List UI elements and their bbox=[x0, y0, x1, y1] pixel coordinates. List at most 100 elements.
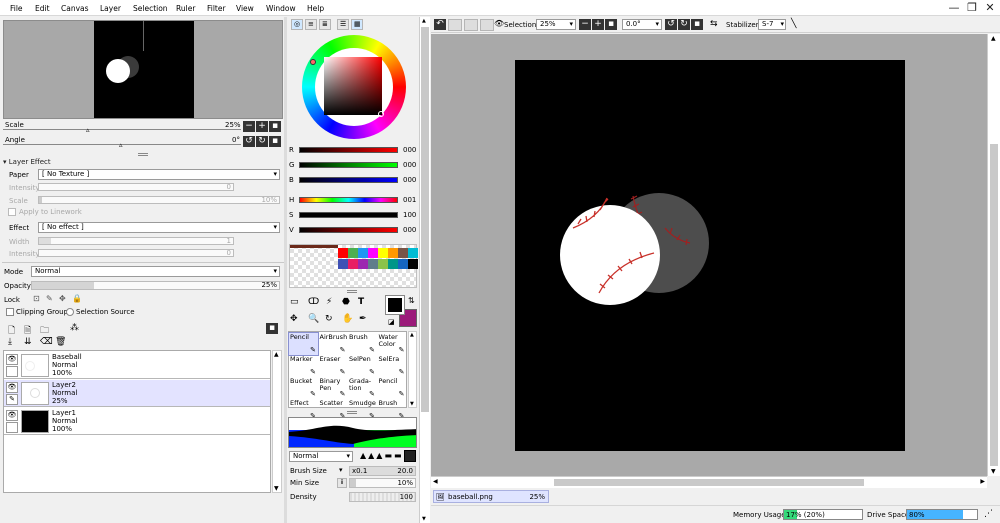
zoom-reset-button[interactable]: ▪ bbox=[269, 121, 281, 132]
layer-panel-menu-button[interactable]: ▪ bbox=[266, 323, 278, 334]
layer-effect-header[interactable]: ▾ Layer Effect bbox=[3, 158, 51, 166]
line-tool-icon[interactable]: ╲ bbox=[791, 19, 796, 29]
brush-size-dropdown-icon[interactable]: ▾ bbox=[339, 466, 343, 474]
color-swatch[interactable] bbox=[348, 248, 358, 258]
blend-mode-select[interactable]: Normal ▾ bbox=[31, 266, 280, 277]
r-slider[interactable] bbox=[299, 147, 398, 153]
density-slider[interactable]: 100 bbox=[349, 492, 416, 502]
zoom-in-button[interactable]: + bbox=[592, 19, 604, 30]
hue-marker[interactable] bbox=[310, 59, 316, 65]
menu-filter[interactable]: Filter bbox=[207, 4, 226, 13]
swap-colors-icon[interactable]: ⇅ bbox=[408, 296, 415, 305]
menu-layer[interactable]: Layer bbox=[100, 4, 121, 13]
tool-selpen[interactable]: SelPen ✎ bbox=[348, 355, 377, 377]
v-value[interactable]: 000 bbox=[403, 226, 416, 234]
tool-selera[interactable]: SelEra ✎ bbox=[378, 355, 407, 377]
color-swatch[interactable] bbox=[338, 248, 348, 258]
brush-mode-select[interactable]: Normal ▾ bbox=[289, 451, 353, 462]
close-button[interactable]: ✕ bbox=[983, 1, 997, 14]
color-swatch[interactable] bbox=[398, 259, 408, 269]
user-palette-tab[interactable]: ☰ bbox=[337, 19, 349, 30]
menu-edit[interactable]: Edit bbox=[35, 4, 50, 13]
panel-splitter[interactable] bbox=[138, 153, 148, 156]
tool-grid-scrollbar[interactable]: ▲ ▼ bbox=[408, 331, 417, 408]
v-slider[interactable] bbox=[299, 227, 398, 233]
angle-select[interactable]: 0.0° ▾ bbox=[622, 19, 662, 30]
tool-brush[interactable]: Brush ✎ bbox=[348, 333, 377, 355]
paper-select[interactable]: [ No Texture ] ▾ bbox=[38, 169, 280, 180]
color-swatch[interactable] bbox=[408, 259, 418, 269]
lock-move-icon[interactable]: ✥ bbox=[59, 294, 66, 303]
tool-eraser[interactable]: Eraser ✎ bbox=[319, 355, 348, 377]
rotate-reset-button[interactable]: ▪ bbox=[269, 136, 281, 147]
color-swatch[interactable] bbox=[388, 248, 398, 258]
saturation-value-square[interactable] bbox=[324, 57, 384, 117]
s-value[interactable]: 100 bbox=[403, 211, 416, 219]
brush-shape-square[interactable] bbox=[404, 450, 416, 462]
color-mixer-area[interactable] bbox=[289, 244, 418, 288]
opacity-slider[interactable]: 25% bbox=[31, 281, 280, 290]
clear-layer-icon[interactable]: ⌫ bbox=[40, 337, 53, 347]
primary-color[interactable] bbox=[385, 295, 405, 315]
panel-divider[interactable] bbox=[284, 17, 287, 523]
intensity2-slider[interactable]: 0 bbox=[38, 249, 234, 257]
rotate-view-icon[interactable]: ↻ bbox=[325, 314, 333, 324]
deselect-button[interactable] bbox=[464, 19, 478, 31]
menu-selection[interactable]: Selection bbox=[133, 4, 168, 13]
color-swatch[interactable] bbox=[358, 259, 368, 269]
color-swatch[interactable] bbox=[348, 259, 358, 269]
texture-scale-slider[interactable]: 10% bbox=[38, 196, 280, 204]
intensity-slider[interactable]: 0 bbox=[38, 183, 234, 191]
menu-canvas[interactable]: Canvas bbox=[61, 4, 89, 13]
tool-pencil[interactable]: Pencil ✎ bbox=[288, 332, 319, 356]
color-swatch[interactable] bbox=[378, 259, 388, 269]
visibility-eye-icon[interactable]: 👁 bbox=[6, 410, 18, 421]
r-value[interactable]: 000 bbox=[403, 146, 416, 154]
scroll-up-icon[interactable]: ▲ bbox=[274, 351, 279, 358]
swatch-tab[interactable]: ▦ bbox=[351, 19, 363, 30]
color-swatch[interactable] bbox=[358, 248, 368, 258]
menu-help[interactable]: Help bbox=[307, 4, 324, 13]
tool-gradation[interactable]: Grada-tion ✎ bbox=[348, 377, 377, 399]
zoom-in-button[interactable]: + bbox=[256, 121, 268, 132]
scroll-up-icon[interactable]: ▲ bbox=[410, 332, 414, 338]
delete-layer-icon[interactable]: 🗑 bbox=[55, 337, 66, 347]
scroll-up-icon[interactable]: ▲ bbox=[422, 18, 426, 24]
scroll-down-icon[interactable]: ▼ bbox=[991, 468, 996, 475]
scroll-up-icon[interactable]: ▲ bbox=[991, 35, 996, 42]
layers-scrollbar[interactable]: ▲ ▼ bbox=[272, 350, 282, 493]
visibility-eye-icon[interactable]: 👁 bbox=[6, 354, 18, 365]
nav-scale-thumb[interactable]: ▵ bbox=[86, 126, 90, 134]
color-swatch[interactable] bbox=[368, 259, 378, 269]
transfer-down-icon[interactable]: ⤓ bbox=[8, 337, 12, 347]
zoom-out-button[interactable]: − bbox=[243, 121, 255, 132]
color-swatch[interactable] bbox=[338, 259, 348, 269]
default-colors-icon[interactable]: ◪ bbox=[388, 318, 395, 326]
menu-ruler[interactable]: Ruler bbox=[176, 4, 195, 13]
tool-airbrush[interactable]: AirBrush ✎ bbox=[319, 333, 348, 355]
apply-linework-checkbox[interactable] bbox=[8, 208, 16, 216]
layer-lock-toggle[interactable] bbox=[6, 366, 18, 377]
v-scroll-thumb[interactable] bbox=[990, 144, 998, 466]
menu-file[interactable]: File bbox=[10, 4, 23, 13]
layer-options-icon[interactable]: ⁂ bbox=[70, 323, 79, 333]
zoom-out-button[interactable]: − bbox=[579, 19, 591, 30]
brush-edit-icon[interactable]: ✎ bbox=[6, 394, 18, 405]
navigator-preview[interactable] bbox=[3, 20, 283, 119]
document-tab[interactable]: 🖼 baseball.png 25% bbox=[433, 490, 549, 503]
color-swatch[interactable] bbox=[408, 248, 418, 258]
nav-scale-track[interactable] bbox=[3, 129, 241, 130]
layer-row-baseball[interactable]: 👁 Baseball Normal 100% bbox=[4, 352, 270, 379]
tool-marker[interactable]: Marker ✎ bbox=[289, 355, 318, 377]
canvas-h-scrollbar[interactable]: ◀ ▶ bbox=[431, 476, 987, 488]
minimize-button[interactable]: — bbox=[947, 1, 961, 14]
min-size-slider[interactable]: 10% bbox=[349, 478, 416, 488]
tool-panel-scrollbar[interactable]: ▲ ▼ bbox=[419, 17, 430, 523]
width-slider[interactable]: 1 bbox=[38, 237, 234, 245]
panel-splitter[interactable] bbox=[347, 290, 357, 293]
tool-bucket[interactable]: Bucket ✎ bbox=[289, 377, 318, 399]
scroll-down-icon[interactable]: ▼ bbox=[422, 516, 426, 522]
zoom-select[interactable]: 25% ▾ bbox=[536, 19, 576, 30]
canvas-document[interactable] bbox=[515, 60, 905, 451]
brush-shape-icons[interactable]: ▲▲▲▬▬ bbox=[360, 451, 404, 460]
